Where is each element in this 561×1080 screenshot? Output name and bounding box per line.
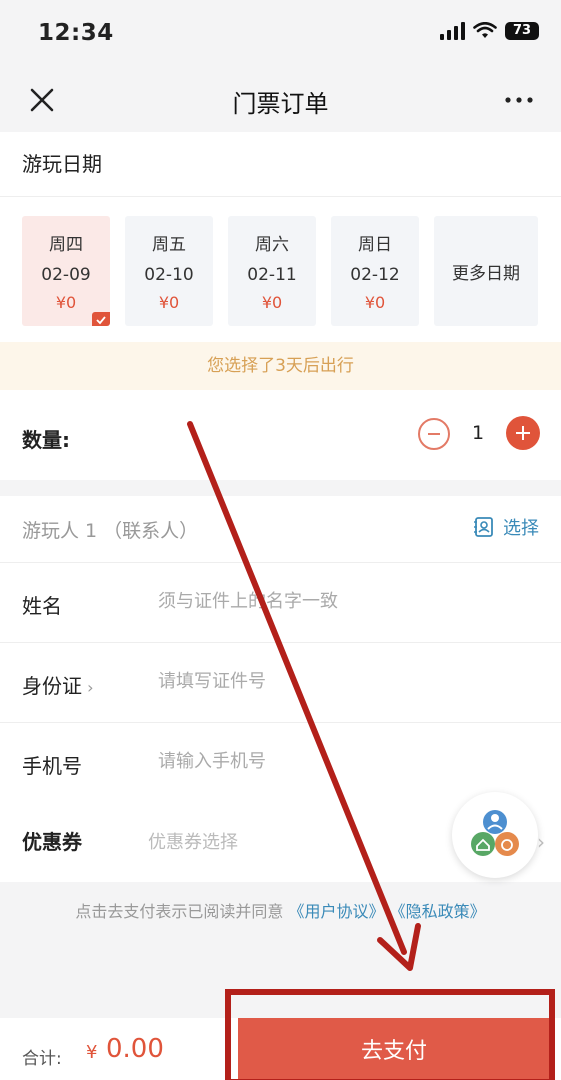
privacy-policy-link[interactable]: 《隐私政策》 xyxy=(390,902,486,921)
user-agreement-link[interactable]: 《用户协议》 xyxy=(288,902,384,921)
date-card[interactable]: 周六 02-11 ¥0 xyxy=(228,216,316,326)
more-dates-button[interactable]: 更多日期 xyxy=(434,216,538,326)
select-label: 选择 xyxy=(503,518,539,539)
date-value: 02-10 xyxy=(144,265,194,285)
total-currency: ¥ xyxy=(86,1042,98,1063)
travel-tip: 您选择了3天后出行 xyxy=(0,342,561,390)
service-float-icon[interactable] xyxy=(452,792,538,878)
total-amount: 0.00 xyxy=(106,1034,164,1064)
chevron-right-icon: › xyxy=(537,830,545,854)
contact-card-icon xyxy=(474,517,493,537)
plus-icon[interactable] xyxy=(506,416,540,450)
pay-button[interactable]: 去支付 xyxy=(238,1018,550,1080)
status-icons: 73 xyxy=(440,22,539,40)
quantity-label: 数量: xyxy=(22,428,70,452)
id-number-field[interactable] xyxy=(158,664,458,698)
quantity-section: 数量: 1 xyxy=(0,390,561,480)
divider xyxy=(0,642,561,643)
date-weekday: 周五 xyxy=(152,235,186,255)
agreement-text: 点击去支付表示已阅读并同意 《用户协议》 《隐私政策》 xyxy=(0,898,561,922)
battery-icon: 73 xyxy=(505,22,539,40)
date-price: ¥0 xyxy=(364,293,386,312)
date-weekday: 周四 xyxy=(49,235,83,255)
agreement-prefix: 点击去支付表示已阅读并同意 xyxy=(75,902,284,921)
date-card[interactable]: 周日 02-12 ¥0 xyxy=(331,216,419,326)
check-icon xyxy=(92,312,110,326)
date-section: 游玩日期 周四 02-09 ¥0 周五 02-10 ¥0 周六 02-11 ¥0… xyxy=(0,132,561,390)
select-contact-button[interactable]: 选择 xyxy=(473,514,539,540)
id-label[interactable]: 身份证 › xyxy=(22,670,93,699)
coupon-select[interactable]: 优惠券选择 xyxy=(148,828,238,854)
name-label: 姓名 xyxy=(22,594,62,618)
date-card-selected[interactable]: 周四 02-09 ¥0 xyxy=(22,216,110,326)
date-weekday: 周六 xyxy=(255,235,289,255)
date-value: 02-12 xyxy=(350,265,400,285)
status-bar: 12:34 73 xyxy=(0,0,561,66)
visitor-title: 游玩人 1 （联系人） xyxy=(22,520,199,542)
arrow-head-icon xyxy=(377,923,421,971)
id-label-text: 身份证 xyxy=(22,674,82,698)
total-label: 合计: xyxy=(22,1049,62,1069)
visitor-section: 游玩人 1 （联系人） 选择 姓名 身份证 › 手机号 优惠券 优惠券选择 › xyxy=(0,496,561,882)
nav-bar: 门票订单 xyxy=(0,66,561,132)
divider xyxy=(0,722,561,723)
signal-icon xyxy=(440,22,465,40)
date-weekday: 周日 xyxy=(358,235,392,255)
coupon-label: 优惠券 xyxy=(22,830,82,854)
divider xyxy=(0,196,561,197)
chevron-right-icon: › xyxy=(82,678,94,697)
date-price: ¥0 xyxy=(55,293,77,312)
date-price: ¥0 xyxy=(261,293,283,312)
date-value: 02-11 xyxy=(247,265,297,285)
date-price: ¥0 xyxy=(158,293,180,312)
phone-field[interactable] xyxy=(158,744,458,778)
date-heading: 游玩日期 xyxy=(22,152,102,176)
date-card[interactable]: 周五 02-10 ¥0 xyxy=(125,216,213,326)
bottom-bar: 合计: ¥ 0.00 去支付 xyxy=(0,1018,561,1080)
phone-label: 手机号 xyxy=(22,754,82,778)
minus-icon[interactable] xyxy=(418,418,450,450)
quantity-value: 1 xyxy=(471,422,485,444)
status-time: 12:34 xyxy=(38,20,114,46)
name-field[interactable] xyxy=(158,584,458,618)
page-title: 门票订单 xyxy=(232,90,329,118)
divider xyxy=(0,562,561,563)
date-value: 02-09 xyxy=(41,265,91,285)
more-icon[interactable] xyxy=(503,84,535,116)
wifi-icon xyxy=(473,22,497,38)
